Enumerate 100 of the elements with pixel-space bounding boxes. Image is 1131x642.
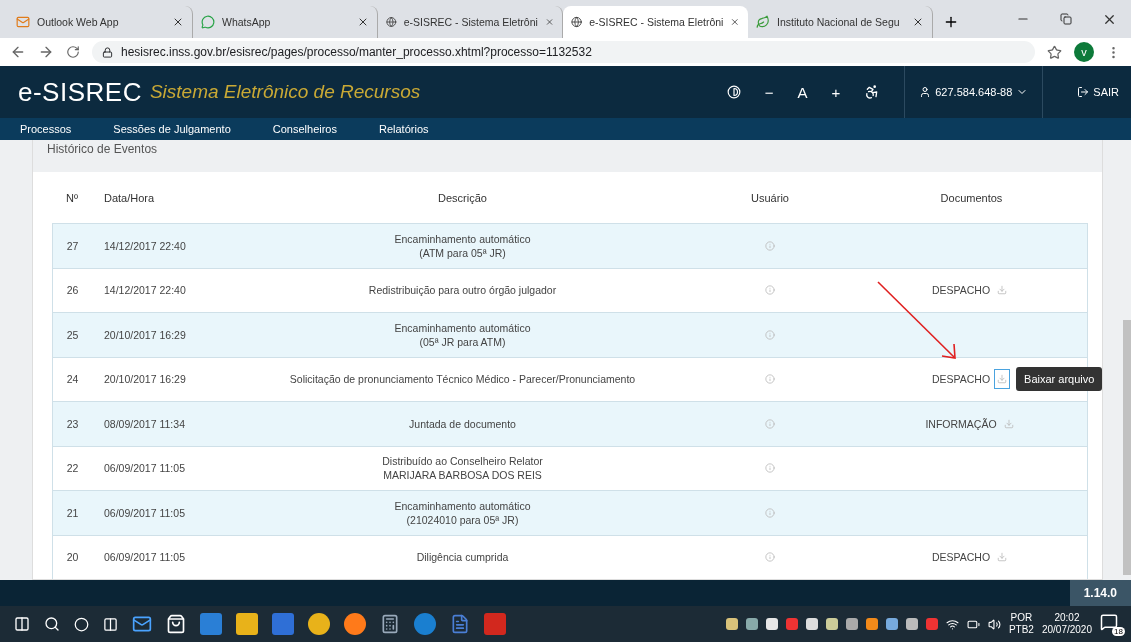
close-icon[interactable] <box>912 16 924 28</box>
column-header: Documentos <box>940 191 1003 204</box>
document-link[interactable]: INFORMAÇÃO <box>925 416 997 431</box>
table-cell: MARIJARA BARBOSA DOS REIS <box>383 468 542 483</box>
mail-icon <box>16 15 30 29</box>
table-cell: (05ª JR para ATM) <box>419 334 506 349</box>
download-icon <box>997 374 1008 385</box>
clock-time[interactable]: 20:02 <box>1054 612 1080 624</box>
table-cell: Encaminhamento automático <box>394 498 531 513</box>
globe-icon <box>386 15 397 29</box>
font-size-control[interactable]: + <box>831 83 841 101</box>
table-cell: 20 <box>66 550 79 565</box>
wifi-icon[interactable] <box>945 617 959 631</box>
table-cell: 23 <box>66 416 79 431</box>
tray-icon[interactable] <box>805 618 818 630</box>
app-icon[interactable] <box>308 613 330 635</box>
close-icon[interactable] <box>357 16 369 28</box>
contrast-icon[interactable] <box>726 85 741 99</box>
table-cell: (ATM para 05ª JR) <box>419 245 506 260</box>
profile-avatar[interactable]: v <box>1074 42 1094 62</box>
nav-item[interactable]: Sessões de Julgamento <box>113 123 231 135</box>
tray-icon[interactable] <box>885 618 898 630</box>
table-cell: 24 <box>66 372 79 387</box>
table-cell: 14/12/2017 22:40 <box>104 283 186 298</box>
tray-icon[interactable] <box>865 618 878 630</box>
browser-tab[interactable]: e-SISREC - Sistema Eletrôni <box>563 6 748 38</box>
app-logo: e-SISREC <box>18 76 142 108</box>
version-label: 1.14.0 <box>1069 580 1131 606</box>
circle-icon[interactable] <box>74 616 89 632</box>
tray-icon[interactable] <box>845 618 858 630</box>
task-view-icon[interactable] <box>103 616 118 632</box>
download-icon <box>1003 418 1014 429</box>
document-link[interactable]: DESPACHO <box>931 550 991 565</box>
column-header: Nº <box>66 191 78 204</box>
leaf-icon <box>756 15 770 29</box>
globe-icon <box>571 15 583 29</box>
tray-icon[interactable] <box>725 618 738 630</box>
table-cell: 25 <box>66 327 79 342</box>
document-link[interactable]: DESPACHO <box>931 283 991 298</box>
address-field[interactable]: hesisrec.inss.gov.br/esisrec/pages/processo/manter_processo.xhtml?processo=1132532 <box>92 41 1035 63</box>
keyboard-layout[interactable]: PTB2 <box>1008 624 1034 636</box>
table-cell: 26 <box>66 283 79 298</box>
table-cell: Distribuído ao Conselheiro Relator <box>382 454 543 469</box>
column-header: Data/Hora <box>104 191 155 204</box>
scrollbar[interactable] <box>1123 320 1131 575</box>
table-cell: 20/10/2017 16:29 <box>104 372 186 387</box>
table-cell: 22 <box>66 461 79 476</box>
tray-icon[interactable] <box>825 618 838 630</box>
clock-date[interactable]: 20/07/2020 <box>1041 624 1092 636</box>
app-icon[interactable] <box>344 613 366 635</box>
table-cell: 06/09/2017 11:05 <box>104 505 185 520</box>
column-header: Usuário <box>751 191 789 204</box>
font-size-control[interactable]: − <box>764 83 774 101</box>
reload-icon[interactable] <box>66 45 80 59</box>
table-cell: Solicitação de pronunciamento Técnico Médico - Parecer/Pronunciamento <box>289 372 636 387</box>
table-cell: Encaminhamento automático <box>394 231 531 246</box>
nav-item[interactable]: Relatórios <box>379 123 429 135</box>
mail-icon[interactable] <box>132 614 152 634</box>
notification-button[interactable]: 18 <box>1100 612 1125 636</box>
bag-icon[interactable] <box>166 614 186 634</box>
table-cell: 20/10/2017 16:29 <box>104 327 186 342</box>
search-icon[interactable] <box>44 616 60 632</box>
star-icon[interactable] <box>1047 44 1062 60</box>
chat-icon <box>201 15 215 29</box>
column-header: Descrição <box>438 191 487 204</box>
nav-item[interactable]: Processos <box>20 123 72 135</box>
document-link[interactable]: DESPACHO <box>931 372 991 387</box>
calculator-icon[interactable] <box>380 614 400 634</box>
user-icon <box>919 86 932 98</box>
table-cell: Diligência cumprida <box>416 550 509 565</box>
table-cell: 06/09/2017 11:05 <box>104 550 185 565</box>
new-tab-icon[interactable] <box>943 14 959 30</box>
download-button[interactable] <box>994 369 1011 390</box>
tray-icon[interactable] <box>765 618 778 630</box>
table-cell: 27 <box>66 238 79 253</box>
forward-icon[interactable] <box>38 44 54 60</box>
logout-icon <box>1077 86 1090 98</box>
table-cell: (21024010 para 05ª JR) <box>406 512 519 527</box>
app-icon[interactable] <box>414 613 436 635</box>
font-size-control[interactable]: A <box>797 83 808 101</box>
download-icon <box>997 552 1008 563</box>
tooltip: Baixar arquivo <box>1016 367 1103 392</box>
restore-icon[interactable] <box>1060 13 1072 25</box>
table-cell: 21 <box>66 505 79 520</box>
close-icon[interactable] <box>172 16 184 28</box>
download-icon <box>997 285 1008 296</box>
logout-button[interactable]: SAIR <box>1067 86 1131 98</box>
nav-item[interactable]: Conselheiros <box>272 123 337 135</box>
table-cell: Redistribuição para outro órgão julgador <box>368 283 557 298</box>
document-icon[interactable] <box>450 614 470 634</box>
app-subtitle: Sistema Eletrônico de Recursos <box>149 81 421 103</box>
volume-icon[interactable] <box>987 617 1001 631</box>
back-icon[interactable] <box>10 44 26 60</box>
panel-title: Histórico de Eventos <box>47 142 158 156</box>
lock-icon <box>102 46 113 58</box>
language-indicator[interactable]: POR <box>1010 612 1033 624</box>
table-cell: 06/09/2017 11:05 <box>104 461 185 476</box>
table-cell: 14/12/2017 22:40 <box>104 238 186 253</box>
tray-icon[interactable] <box>745 618 758 630</box>
tray-icon[interactable] <box>905 618 918 630</box>
